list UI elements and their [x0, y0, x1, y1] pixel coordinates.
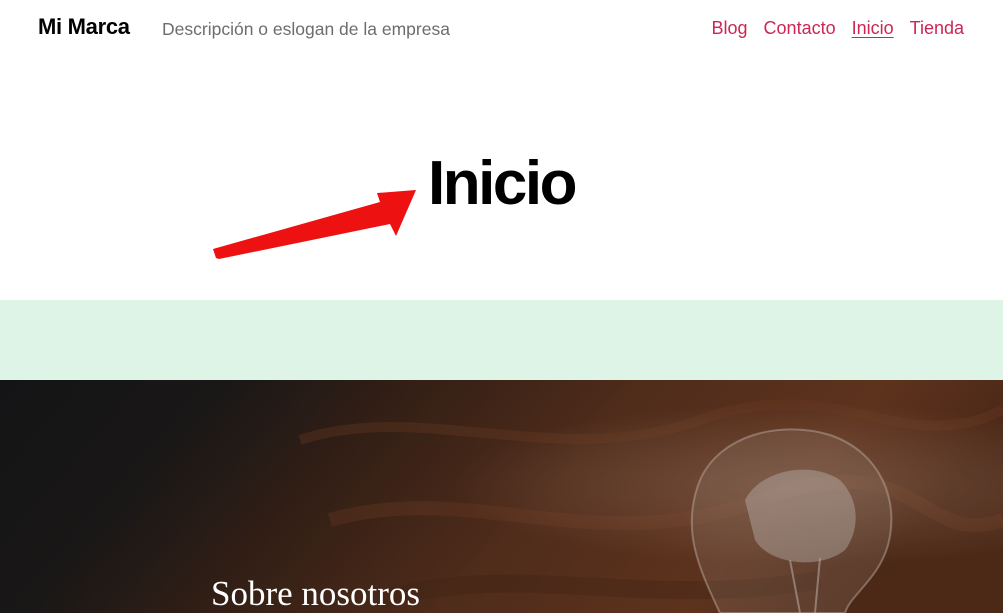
- site-title-link[interactable]: Mi Marca: [38, 14, 130, 40]
- page-title: Inicio: [428, 149, 577, 218]
- site-tagline: Descripción o eslogan de la empresa: [162, 19, 450, 39]
- hero-heading: Sobre nosotros: [211, 574, 421, 613]
- nav-link-blog[interactable]: Blog: [712, 18, 748, 39]
- hero-cover: [0, 380, 1003, 613]
- nav-link-inicio[interactable]: Inicio: [852, 18, 894, 39]
- site-header: Mi Marca Descripción o eslogan de la emp…: [0, 0, 1003, 60]
- nav-link-tienda[interactable]: Tienda: [910, 18, 964, 39]
- arrow-icon: [213, 190, 416, 259]
- primary-nav: Blog Contacto Inicio Tienda: [712, 18, 964, 39]
- mint-band: [0, 300, 1003, 380]
- nav-link-contacto[interactable]: Contacto: [764, 18, 836, 39]
- lightbulb-image: [0, 380, 1003, 613]
